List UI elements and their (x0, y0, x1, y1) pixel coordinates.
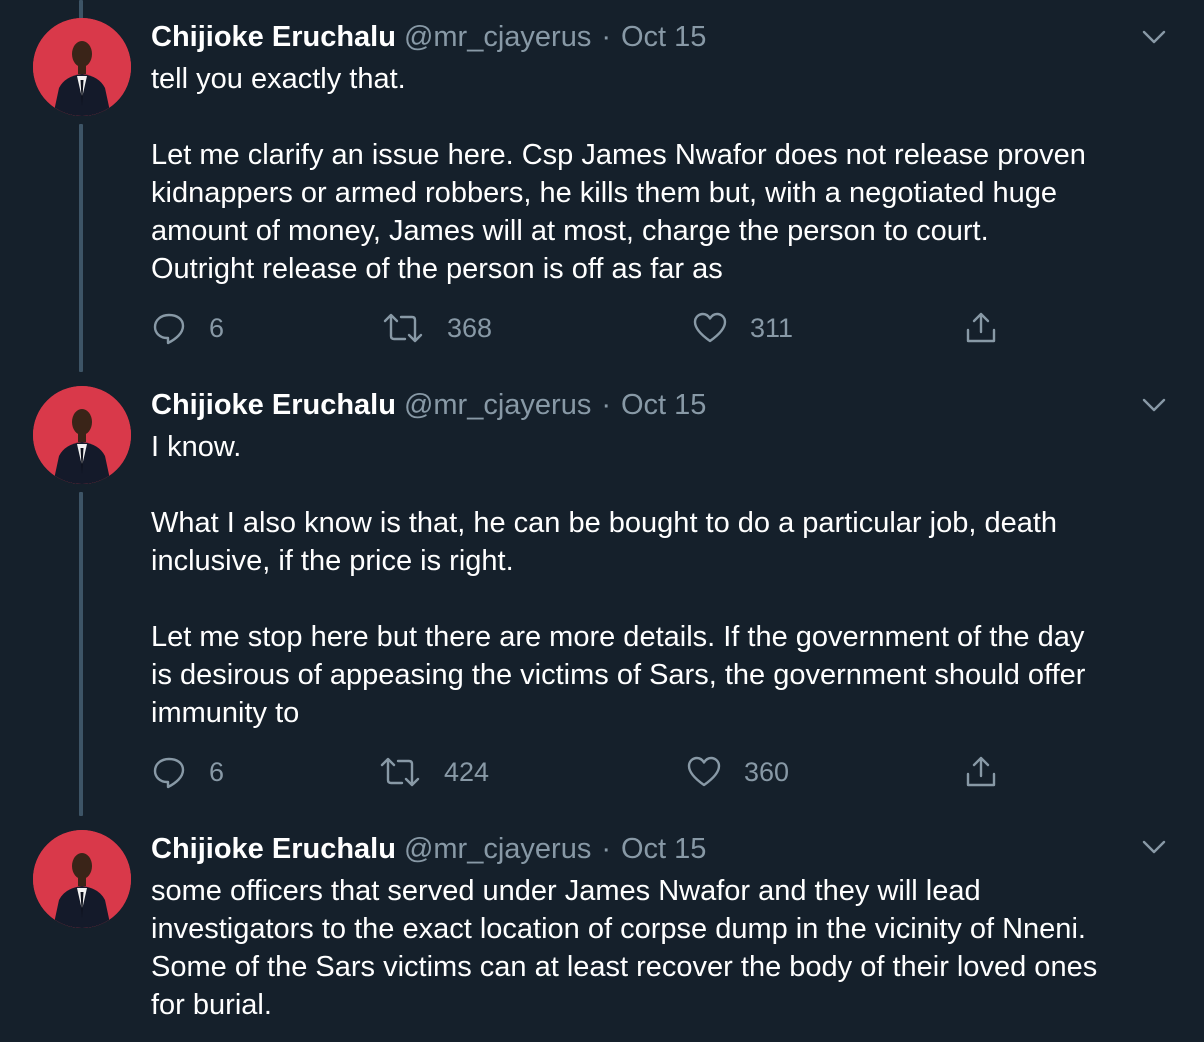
reply-count: 6 (209, 312, 225, 343)
tweet-paragraph: tell you exactly that. (151, 63, 406, 95)
tweet-paragraph: Let me clarify an issue here. Csp James … (151, 139, 1086, 285)
separator-dot: · (601, 21, 611, 53)
separator-dot: · (601, 833, 611, 865)
avatar[interactable] (33, 18, 131, 116)
chevron-down-icon[interactable] (1140, 391, 1168, 419)
retweet-icon (381, 310, 425, 346)
tweet-paragraph: What I also know is that, he can be boug… (151, 507, 1058, 577)
heart-icon (692, 310, 728, 346)
tweet-header: Chijioke Eruchalu @mr_cjayerus · Oct 15 (151, 386, 706, 424)
tweet-date[interactable]: Oct 15 (621, 833, 706, 865)
tweet-actions: 6 368 311 (0, 308, 1204, 348)
reply-button[interactable]: 6 (151, 752, 224, 792)
tweet-text: tell you exactly that. Let me clarify an… (151, 60, 1181, 288)
retweet-count: 368 (447, 312, 493, 343)
tweet-date[interactable]: Oct 15 (621, 21, 706, 53)
share-button[interactable] (963, 752, 999, 792)
retweet-count: 424 (444, 756, 490, 787)
author-name[interactable]: Chijioke Eruchalu (151, 833, 396, 865)
tweet-paragraph: some officers that served under James Nw… (151, 875, 1098, 1021)
author-handle[interactable]: @mr_cjayerus (404, 833, 591, 865)
like-count: 360 (744, 756, 790, 787)
tweet-actions: 6 424 360 (0, 752, 1204, 792)
author-name[interactable]: Chijioke Eruchalu (151, 389, 396, 421)
author-handle[interactable]: @mr_cjayerus (404, 389, 591, 421)
share-icon (963, 310, 999, 346)
share-icon (963, 754, 999, 790)
tweet-text: I know. What I also know is that, he can… (151, 428, 1181, 732)
reply-count: 6 (209, 756, 225, 787)
chevron-down-icon[interactable] (1140, 833, 1168, 861)
tweet-date[interactable]: Oct 15 (621, 389, 706, 421)
tweet-header: Chijioke Eruchalu @mr_cjayerus · Oct 15 (151, 18, 706, 56)
reply-button[interactable]: 6 (151, 308, 224, 348)
like-button[interactable]: 311 (692, 308, 793, 348)
retweet-icon (378, 754, 422, 790)
tweet-header: Chijioke Eruchalu @mr_cjayerus · Oct 15 (151, 830, 706, 868)
retweet-button[interactable]: 424 (378, 752, 489, 792)
tweet-text: some officers that served under James Nw… (151, 872, 1181, 1024)
avatar[interactable] (33, 830, 131, 928)
chevron-down-icon[interactable] (1140, 23, 1168, 51)
separator-dot: · (601, 389, 611, 421)
reply-icon (151, 754, 187, 790)
like-count: 311 (750, 312, 794, 343)
like-button[interactable]: 360 (686, 752, 789, 792)
retweet-button[interactable]: 368 (381, 308, 492, 348)
heart-icon (686, 754, 722, 790)
reply-icon (151, 310, 187, 346)
author-handle[interactable]: @mr_cjayerus (404, 21, 591, 53)
share-button[interactable] (963, 308, 999, 348)
author-name[interactable]: Chijioke Eruchalu (151, 21, 396, 53)
tweet-paragraph: I know. (151, 431, 242, 463)
tweet-paragraph: Let me stop here but there are more deta… (151, 621, 1086, 729)
avatar[interactable] (33, 386, 131, 484)
